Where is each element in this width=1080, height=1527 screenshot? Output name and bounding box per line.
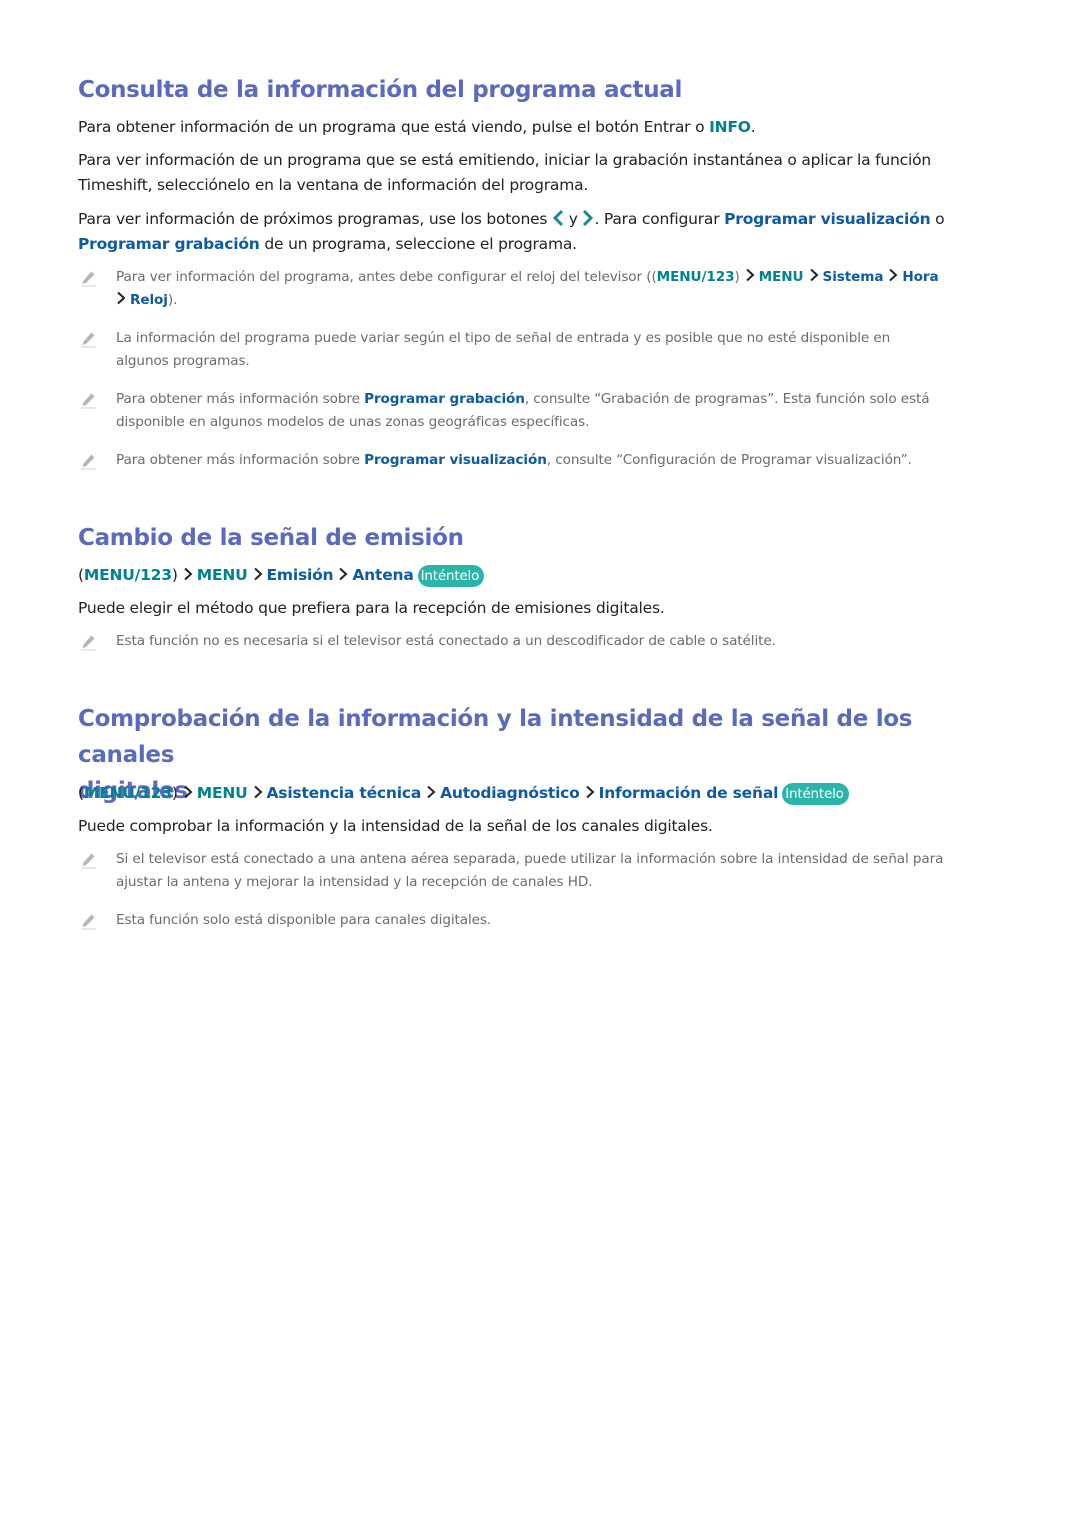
chevron-right-icon bbox=[253, 567, 263, 581]
pencil-note-icon bbox=[79, 452, 97, 470]
text: ajustar la antena y mejorar la intensida… bbox=[116, 874, 593, 890]
chevron-left-icon bbox=[552, 209, 564, 227]
text: o bbox=[930, 210, 945, 228]
path-menu123[interactable]: MENU/123 bbox=[84, 566, 172, 584]
info-button-label: INFO bbox=[709, 118, 751, 136]
text: algunos programas. bbox=[116, 353, 250, 369]
path-menu[interactable]: MENU bbox=[759, 269, 804, 285]
path-emision[interactable]: Emisión bbox=[267, 566, 334, 584]
path-hora[interactable]: Hora bbox=[902, 269, 938, 285]
link-programar-grabacion[interactable]: Programar grabación bbox=[78, 235, 260, 253]
path-reloj[interactable]: Reloj bbox=[130, 292, 168, 308]
text: , consulte “Grabación de programas”. Est… bbox=[524, 391, 930, 407]
text: . Para configurar bbox=[594, 210, 725, 228]
text: Comprobación de la información y la inte… bbox=[78, 706, 913, 768]
link-programar-visualizacion[interactable]: Programar visualización bbox=[364, 452, 547, 468]
path-autodiagnostico[interactable]: Autodiagnóstico bbox=[440, 784, 580, 802]
menu-path-antena: (MENU/123) MENU Emisión Antena Inténtelo bbox=[78, 562, 1008, 588]
note-decoder: Esta función no es necesaria si el telev… bbox=[71, 630, 1046, 653]
path-informacion-de-senal[interactable]: Información de señal bbox=[599, 784, 779, 802]
text: ) bbox=[171, 566, 178, 584]
text: y bbox=[564, 210, 583, 228]
text: Para obtener información de un programa … bbox=[78, 118, 710, 136]
text: ) bbox=[171, 784, 178, 802]
text: , consulte “Configuración de Programar v… bbox=[546, 452, 912, 468]
text: disponible en algunos modelos de unas zo… bbox=[116, 414, 590, 430]
text: Timeshift, selecciónelo en la ventana de… bbox=[78, 176, 589, 194]
paragraph-upcoming-programs: Para ver información de próximos program… bbox=[78, 207, 1008, 257]
pencil-note-icon bbox=[79, 269, 97, 287]
chevron-right-icon bbox=[426, 785, 436, 799]
path-sistema[interactable]: Sistema bbox=[823, 269, 884, 285]
chevron-right-icon bbox=[253, 785, 263, 799]
note-signal-type: La información del programa puede variar… bbox=[71, 327, 1046, 373]
path-asistencia-tecnica[interactable]: Asistencia técnica bbox=[267, 784, 422, 802]
text: Esta función solo está disponible para c… bbox=[116, 912, 492, 928]
text: Para ver información de próximos program… bbox=[78, 210, 553, 228]
pencil-note-icon bbox=[79, 330, 97, 348]
try-now-button[interactable]: Inténtelo bbox=[417, 565, 485, 587]
text: La información del programa puede variar… bbox=[116, 330, 891, 346]
menu-path-signal-info: (MENU/123) MENU Asistencia técnica Autodiag… bbox=[78, 780, 1008, 806]
note-programar-grabacion: Para obtener más información sobre Progr… bbox=[71, 388, 1046, 434]
link-programar-visualizacion[interactable]: Programar visualización bbox=[724, 210, 931, 228]
text: Para ver información del programa, antes… bbox=[116, 269, 657, 285]
path-menu123[interactable]: MENU/123 bbox=[657, 269, 735, 285]
text: Esta función no es necesaria si el telev… bbox=[116, 633, 776, 649]
path-menu[interactable]: MENU bbox=[197, 784, 248, 802]
text: ) bbox=[734, 269, 740, 285]
chevron-right-icon bbox=[116, 291, 126, 305]
chevron-right-icon bbox=[745, 268, 755, 282]
pencil-note-icon bbox=[79, 912, 97, 930]
path-menu123[interactable]: MENU/123 bbox=[84, 784, 172, 802]
paragraph-info-button: Para obtener información de un programa … bbox=[78, 115, 1008, 140]
link-programar-grabacion[interactable]: Programar grabación bbox=[364, 391, 525, 407]
section-heading-broadcast-signal: Cambio de la señal de emisión bbox=[78, 525, 464, 551]
text: . bbox=[750, 118, 756, 136]
text: Para ver información de un programa que … bbox=[78, 151, 932, 169]
chevron-right-icon bbox=[183, 567, 193, 581]
paragraph-reception-method: Puede elegir el método que prefiera para… bbox=[78, 599, 665, 617]
pencil-note-icon bbox=[79, 391, 97, 409]
note-digital-only: Esta función solo está disponible para c… bbox=[71, 909, 1046, 932]
path-antena[interactable]: Antena bbox=[352, 566, 413, 584]
chevron-right-icon bbox=[585, 785, 595, 799]
try-now-button[interactable]: Inténtelo bbox=[782, 783, 849, 805]
text: Para obtener más información sobre bbox=[116, 391, 365, 407]
text: ). bbox=[167, 292, 178, 308]
paragraph-timeshift: Para ver información de un programa que … bbox=[78, 148, 1008, 198]
section-heading-program-info: Consulta de la información del programa … bbox=[78, 77, 683, 103]
chevron-right-icon bbox=[338, 567, 348, 581]
chevron-right-icon bbox=[888, 268, 898, 282]
text: de un programa, seleccione el programa. bbox=[259, 235, 577, 253]
chevron-right-icon bbox=[809, 268, 819, 282]
text: Si el televisor está conectado a una ant… bbox=[116, 851, 944, 867]
text: Para obtener más información sobre bbox=[116, 452, 365, 468]
note-antenna: Si el televisor está conectado a una ant… bbox=[71, 848, 1046, 894]
note-programar-visualizacion: Para obtener más información sobre Progr… bbox=[71, 449, 1046, 472]
chevron-right-icon bbox=[582, 209, 594, 227]
chevron-right-icon bbox=[183, 785, 193, 799]
path-menu[interactable]: MENU bbox=[197, 566, 248, 584]
pencil-note-icon bbox=[79, 633, 97, 651]
paragraph-check-signal: Puede comprobar la información y la inte… bbox=[78, 817, 713, 835]
note-clock: Para ver información del programa, antes… bbox=[71, 266, 1046, 312]
pencil-note-icon bbox=[79, 851, 97, 869]
